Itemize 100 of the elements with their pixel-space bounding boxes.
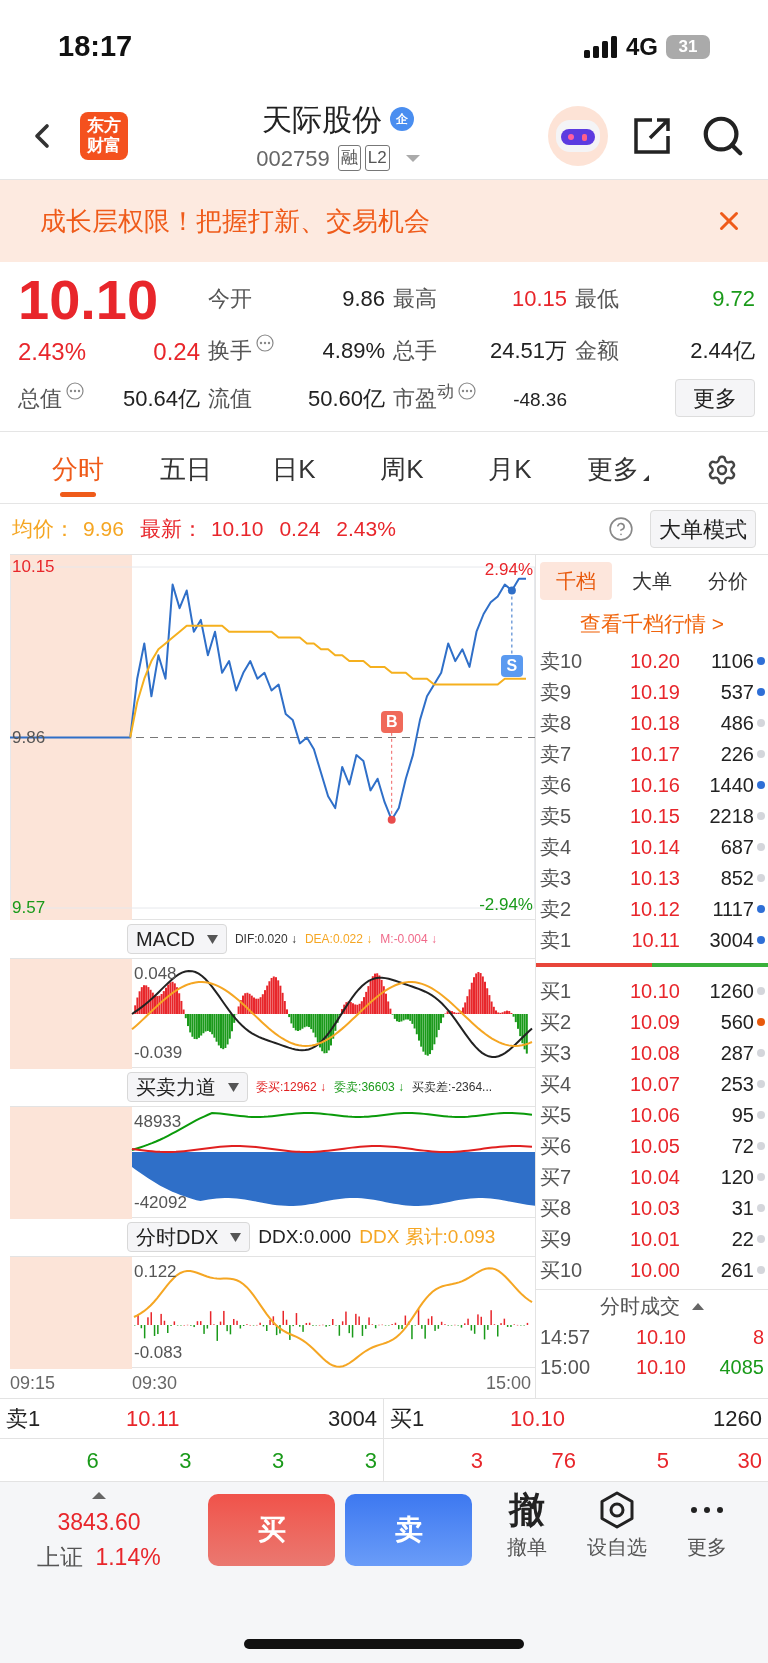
stock-name: 天际股份	[262, 101, 382, 138]
level-label: 卖10	[540, 648, 584, 674]
book-tab[interactable]: 分价	[692, 562, 764, 600]
stat-label: 市盈$^{动}$	[393, 381, 454, 413]
level-price: 10.12	[628, 896, 680, 922]
stat-value: 2.44亿	[690, 336, 755, 365]
level-label: 卖4	[540, 834, 573, 860]
info-icon[interactable]	[66, 381, 84, 400]
trade-volume: 4085	[718, 1355, 764, 1380]
level-price: 10.13	[628, 865, 680, 891]
settings-icon[interactable]	[706, 453, 738, 486]
level-volume: 560	[719, 1009, 754, 1035]
chart-tab[interactable]: 更多	[564, 436, 672, 503]
help-icon[interactable]	[608, 516, 634, 542]
level-volume: 3004	[328, 1405, 377, 1433]
indicator-value: M:-0.004 ↓	[380, 931, 437, 948]
stat-value: -48.36	[513, 387, 567, 412]
level-label: 卖1	[540, 927, 573, 953]
battery-icon: 31	[666, 35, 710, 59]
axis-label: -0.039	[134, 1041, 183, 1064]
mode-button[interactable]: 大单模式	[650, 510, 756, 548]
indicator-selector[interactable]: 买卖力道	[127, 1072, 248, 1102]
stat-value: 10.15	[511, 284, 567, 313]
chart-tab[interactable]: 周K	[348, 436, 456, 503]
info-icon[interactable]	[458, 381, 476, 400]
latest-price: 10.10	[210, 516, 264, 543]
action-button[interactable]: 更多	[687, 1532, 727, 1562]
level-price: 10.15	[628, 803, 680, 829]
info-icon[interactable]	[256, 333, 274, 352]
robot-icon	[555, 118, 601, 153]
level-label: 卖8	[540, 710, 573, 736]
axis-label: 9.57	[12, 898, 46, 918]
stock-code: 002759	[256, 144, 330, 173]
trade-time: 14:57	[540, 1325, 592, 1350]
stat-label: 总值	[18, 384, 62, 413]
time-label: 09:15	[10, 1371, 57, 1395]
level-volume: 852	[719, 865, 754, 891]
chart-tab[interactable]: 月K	[456, 436, 564, 503]
level-price: 10.19	[628, 679, 680, 705]
more-button[interactable]: 更多	[675, 379, 755, 417]
collapse-icon[interactable]	[692, 1302, 704, 1310]
level-price: 10.03	[628, 1195, 680, 1221]
action-button[interactable]: 设自选	[587, 1532, 647, 1562]
order-count: 3	[178, 1446, 192, 1475]
stock-tag: 融	[337, 145, 361, 171]
level-volume: 226	[719, 741, 754, 767]
axis-label: 0.122	[134, 1261, 177, 1283]
level-volume: 3004	[708, 927, 754, 953]
order-count: 3	[271, 1446, 285, 1475]
level-label: 买1	[390, 1405, 426, 1433]
level-label: 买1	[540, 978, 573, 1004]
level-price: 10.01	[628, 1226, 680, 1252]
order-count: 76	[550, 1446, 576, 1475]
level-label: 买6	[540, 1133, 573, 1159]
average-label: 均价：	[12, 516, 75, 543]
indicator-value: DIF:0.020 ↓	[234, 931, 297, 948]
level-volume: 253	[719, 1071, 754, 1097]
book-tab[interactable]: 大单	[616, 562, 688, 600]
stat-label: 总手	[393, 336, 437, 365]
stat-value: 9.72	[712, 284, 755, 313]
level-label: 买8	[540, 1195, 573, 1221]
action-button[interactable]: 撤单	[507, 1532, 547, 1562]
level-price: 10.07	[628, 1071, 680, 1097]
stat-label: 最高	[393, 284, 437, 313]
axis-label: -2.94%	[479, 893, 533, 916]
chart-tab[interactable]: 日K	[240, 436, 348, 503]
order-count: 3	[469, 1446, 483, 1475]
level-label: 卖6	[540, 772, 573, 798]
current-price: 10.10	[18, 270, 160, 330]
stat-value: 50.60亿	[307, 384, 385, 413]
signal-icon	[584, 36, 618, 58]
stat-label: 流值	[208, 384, 252, 413]
level-volume: 95	[730, 1102, 754, 1128]
logo-text: 东方	[87, 115, 121, 136]
level-label: 买10	[540, 1257, 584, 1283]
time-label: 15:00	[485, 1371, 531, 1395]
trade-price: 10.10	[634, 1325, 686, 1350]
level-volume: 22	[730, 1226, 754, 1252]
level-price: 10.16	[628, 772, 680, 798]
level-volume: 687	[719, 834, 754, 860]
level-label: 买5	[540, 1102, 573, 1128]
axis-label: 2.94%	[484, 559, 533, 581]
axis-label: -0.083	[134, 1341, 183, 1364]
level-label: 卖9	[540, 679, 573, 705]
latest-label: 最新：	[139, 516, 203, 543]
axis-label: -42092	[134, 1191, 187, 1214]
level-price: 10.11	[630, 927, 680, 953]
trade-time: 15:00	[540, 1355, 592, 1380]
stat-value: 50.64亿	[122, 384, 200, 413]
enterprise-badge: 企	[390, 107, 414, 131]
level-volume: 287	[719, 1040, 754, 1066]
level-label: 买3	[540, 1040, 573, 1066]
chart-tab[interactable]: 五日	[132, 436, 240, 503]
level-volume: 72	[730, 1133, 754, 1159]
level-price: 10.10	[510, 1405, 566, 1433]
indicator-selector[interactable]: MACD	[127, 924, 227, 954]
indicator-selector[interactable]: 分时DDX	[127, 1222, 251, 1252]
level-volume: 1440	[708, 772, 754, 798]
stat-label: 今开	[208, 284, 252, 313]
stat-label: 最低	[575, 284, 619, 313]
